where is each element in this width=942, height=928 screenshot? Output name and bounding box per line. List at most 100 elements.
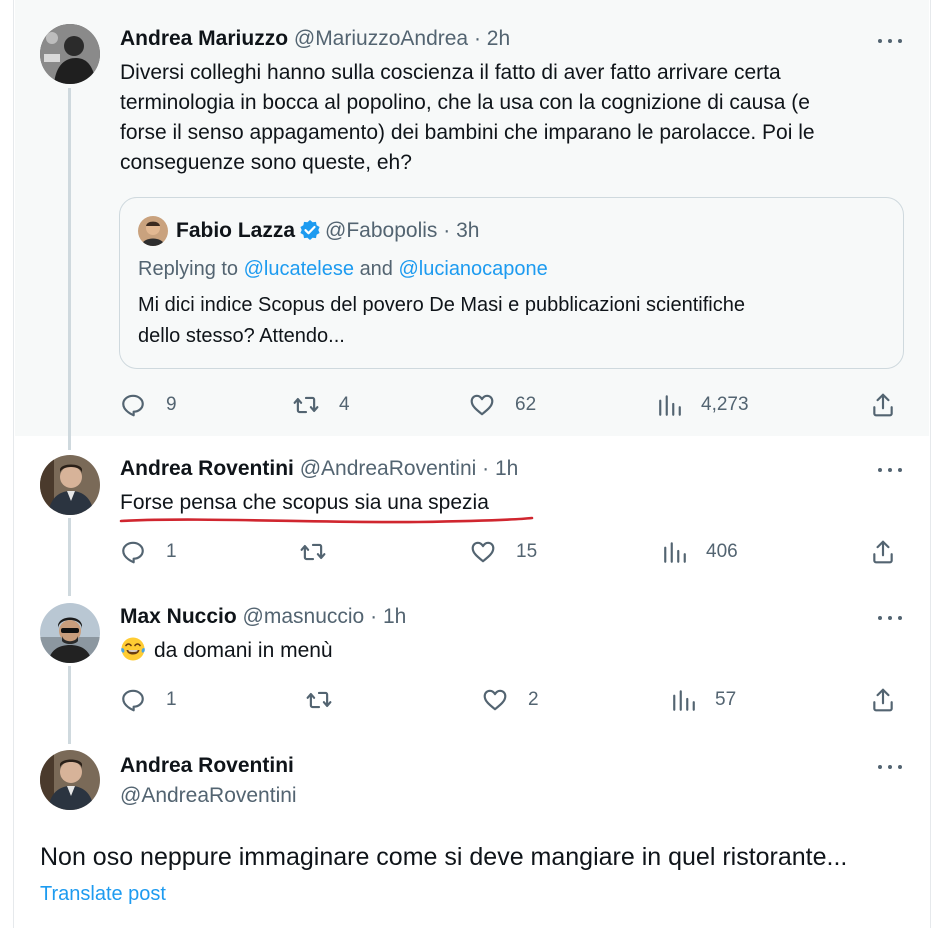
avatar[interactable] bbox=[40, 24, 100, 84]
share-button[interactable] bbox=[870, 685, 896, 715]
tweet-text-line: terminologia in bocca al popolino, che l… bbox=[120, 91, 810, 114]
repost-count: 4 bbox=[339, 394, 350, 415]
translate-post-link[interactable]: Translate post bbox=[40, 881, 166, 907]
author-handle[interactable]: @masnuccio bbox=[243, 605, 365, 628]
views-chart-icon bbox=[673, 690, 695, 711]
tweet-header: Max Nuccio @masnuccio · 1h bbox=[120, 604, 406, 630]
avatar-photo-roventini bbox=[40, 750, 100, 810]
left-border bbox=[0, 0, 14, 928]
mention-link[interactable]: @lucatelese bbox=[244, 258, 354, 280]
main-tweet-text: Non oso neppure immaginare come si deve … bbox=[40, 843, 848, 871]
repost-icon bbox=[300, 543, 326, 561]
views-count: 406 bbox=[706, 541, 738, 562]
timestamp[interactable]: 1h bbox=[383, 605, 406, 628]
avatar[interactable] bbox=[40, 750, 100, 810]
separator-dot: · bbox=[370, 605, 378, 628]
reply-icon bbox=[122, 394, 144, 417]
views-chart-icon bbox=[664, 542, 686, 563]
quoted-tweet[interactable]: Fabio Lazza @Fabopolis · 3h Replying to … bbox=[119, 197, 904, 369]
replying-and: and bbox=[359, 258, 393, 280]
author-handle[interactable]: @AndreaRoventini bbox=[300, 457, 477, 480]
timestamp[interactable]: 2h bbox=[487, 27, 510, 50]
quoted-text-line: dello stesso? Attendo... bbox=[138, 325, 345, 347]
tweet-text: Diversi colleghi hanno sulla coscienza i… bbox=[120, 58, 910, 178]
like-count: 15 bbox=[516, 541, 538, 562]
heart-icon bbox=[483, 689, 507, 711]
tweet-actions: 9 4 62 4,273 bbox=[120, 390, 910, 420]
red-underline-annotation bbox=[119, 516, 534, 524]
tweet-header: Andrea Roventini @AndreaRoventini · 1h bbox=[120, 456, 518, 482]
avatar[interactable] bbox=[40, 603, 100, 663]
repost-button[interactable]: 4 bbox=[293, 390, 350, 420]
views-button[interactable]: 57 bbox=[671, 685, 736, 715]
right-border bbox=[930, 0, 942, 928]
tweet-text-line: forse il senso appagamento) dei bambini … bbox=[120, 121, 815, 144]
conversation-thread: Andrea Mariuzzo @MariuzzoAndrea · 2h Div… bbox=[0, 0, 942, 928]
tweet-text-line: Diversi colleghi hanno sulla coscienza i… bbox=[120, 61, 781, 84]
repost-button[interactable] bbox=[300, 537, 326, 567]
like-button[interactable]: 62 bbox=[469, 390, 536, 420]
like-button[interactable]: 15 bbox=[470, 537, 537, 567]
quoted-author-name: Fabio Lazza bbox=[176, 219, 296, 242]
avatar-photo-lazza bbox=[138, 216, 168, 246]
more-options-icon[interactable] bbox=[876, 611, 904, 625]
main-author-handle[interactable]: @AndreaRoventini bbox=[120, 783, 297, 809]
quoted-text-line: Mi dici indice Scopus del povero De Masi… bbox=[138, 294, 745, 316]
share-button[interactable] bbox=[870, 390, 896, 420]
quoted-author-handle: @Fabopolis bbox=[325, 219, 438, 242]
reply-count: 1 bbox=[166, 541, 177, 562]
share-icon bbox=[873, 540, 893, 564]
author-name[interactable]: Max Nuccio bbox=[120, 605, 237, 628]
more-options-icon[interactable] bbox=[876, 463, 904, 477]
replying-to: Replying to @lucatelese and @lucianocapo… bbox=[138, 256, 548, 282]
quoted-avatar bbox=[138, 216, 168, 246]
repost-button[interactable] bbox=[306, 685, 332, 715]
tweet-header: Andrea Mariuzzo @MariuzzoAndrea · 2h bbox=[120, 26, 510, 52]
reply-button[interactable]: 1 bbox=[120, 537, 177, 567]
views-count: 4,273 bbox=[701, 394, 749, 415]
views-button[interactable]: 406 bbox=[662, 537, 738, 567]
main-author-name[interactable]: Andrea Roventini bbox=[120, 753, 294, 779]
more-options-icon[interactable] bbox=[876, 760, 904, 774]
repost-icon bbox=[306, 691, 332, 709]
avatar[interactable] bbox=[40, 455, 100, 515]
thread-connector-line bbox=[68, 518, 71, 596]
reply-count: 9 bbox=[166, 394, 177, 415]
share-icon bbox=[873, 688, 893, 712]
author-name[interactable]: Andrea Roventini bbox=[120, 457, 294, 480]
tweet-text-body: da domani in menù bbox=[154, 639, 333, 662]
avatar-photo-mariuzzo bbox=[40, 24, 100, 84]
separator-dot: · bbox=[482, 457, 490, 480]
replying-prefix: Replying to bbox=[138, 258, 239, 280]
views-button[interactable]: 4,273 bbox=[657, 390, 749, 420]
face-with-tears-of-joy-icon bbox=[121, 637, 145, 661]
separator-dot: · bbox=[473, 27, 481, 50]
quoted-header: Fabio Lazza @Fabopolis · 3h bbox=[176, 218, 479, 244]
avatar-photo-nuccio bbox=[40, 603, 100, 663]
verified-badge-icon bbox=[300, 220, 320, 240]
quoted-text: Mi dici indice Scopus del povero De Masi… bbox=[138, 290, 888, 352]
tweet-text-line: conseguenze sono queste, eh? bbox=[120, 151, 412, 174]
tweet-text: da domani in menù bbox=[120, 636, 333, 666]
heart-icon bbox=[471, 541, 495, 563]
quoted-timestamp: 3h bbox=[456, 219, 480, 242]
timestamp[interactable]: 1h bbox=[495, 457, 518, 480]
views-count: 57 bbox=[715, 689, 737, 710]
reply-button[interactable]: 9 bbox=[120, 390, 177, 420]
thread-connector-line bbox=[68, 666, 71, 744]
share-button[interactable] bbox=[870, 537, 896, 567]
reply-icon bbox=[122, 541, 144, 564]
thread-connector-line bbox=[68, 88, 71, 450]
heart-icon bbox=[470, 394, 494, 416]
views-chart-icon bbox=[659, 395, 681, 416]
repost-icon bbox=[293, 396, 319, 414]
mention-link[interactable]: @lucianocapone bbox=[399, 258, 548, 280]
tweet-actions: 1 2 57 bbox=[120, 685, 910, 715]
like-count: 2 bbox=[528, 689, 539, 710]
author-handle[interactable]: @MariuzzoAndrea bbox=[294, 27, 468, 50]
like-button[interactable]: 2 bbox=[482, 685, 539, 715]
more-options-icon[interactable] bbox=[876, 34, 904, 48]
reply-button[interactable]: 1 bbox=[120, 685, 177, 715]
author-name[interactable]: Andrea Mariuzzo bbox=[120, 27, 288, 50]
tweet-actions: 1 15 406 bbox=[120, 537, 910, 567]
